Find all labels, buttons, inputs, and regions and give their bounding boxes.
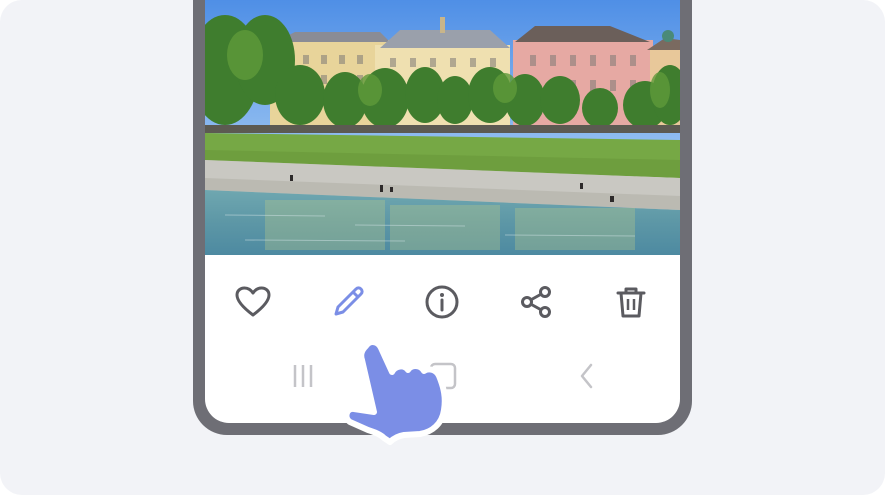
recents-button[interactable]: Recent apps bbox=[276, 348, 332, 404]
back-button[interactable]: Back bbox=[559, 348, 615, 404]
back-icon bbox=[580, 363, 593, 389]
gallery-photo[interactable] bbox=[205, 0, 680, 255]
recents-icon bbox=[293, 365, 313, 387]
favorite-button[interactable]: Favorite bbox=[223, 272, 283, 332]
heart-icon bbox=[235, 286, 271, 317]
share-button[interactable]: Share bbox=[506, 272, 566, 332]
riverside-photo-illustration bbox=[205, 0, 680, 255]
tutorial-canvas: Favorite Edit Details bbox=[0, 0, 885, 495]
photo-action-bar: Favorite Edit Details bbox=[205, 272, 680, 332]
info-button[interactable]: Details bbox=[412, 272, 472, 332]
pencil-icon bbox=[334, 286, 364, 316]
tap-hand-pointer-icon bbox=[340, 338, 460, 448]
share-icon bbox=[521, 286, 551, 318]
delete-button[interactable]: Delete bbox=[601, 272, 661, 332]
trash-icon bbox=[616, 287, 646, 318]
edit-button[interactable]: Edit bbox=[318, 272, 378, 332]
info-icon bbox=[425, 285, 459, 319]
